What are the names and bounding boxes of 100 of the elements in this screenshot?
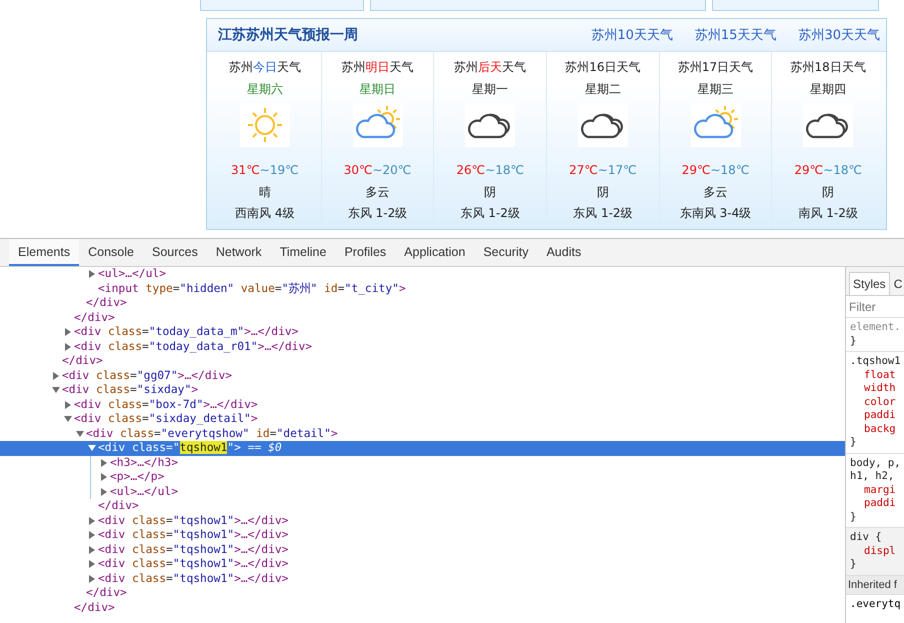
dom-node-text: <input type="hidden" value="苏州" id="t_city"> xyxy=(98,282,406,296)
dom-tree-row[interactable]: </div> xyxy=(0,600,845,615)
dom-tree-row[interactable]: </div> xyxy=(0,586,845,600)
disclosure-triangle-icon[interactable] xyxy=(64,415,72,424)
weekday: 星期日 xyxy=(360,81,396,98)
weekday: 星期二 xyxy=(584,81,621,98)
css-selector: .everytq xyxy=(849,596,902,612)
disclosure-triangle-icon[interactable] xyxy=(64,400,72,409)
dom-node-text: </div> xyxy=(86,296,127,310)
wind-info: 南风 1-2级 xyxy=(798,205,858,222)
css-selector: .tqshow1 xyxy=(850,355,902,368)
dom-tree-row[interactable]: </div> xyxy=(0,296,845,310)
devtools-tab[interactable]: Profiles xyxy=(335,239,396,266)
devtools-tab[interactable]: Timeline xyxy=(270,239,336,266)
dom-tree-row[interactable]: <h3>…</h3> xyxy=(0,456,845,470)
css-property: paddi xyxy=(863,497,897,510)
dom-node-text: <div class="tqshow1">…</div> xyxy=(98,572,288,586)
disclosure-triangle-icon[interactable] xyxy=(100,488,108,496)
wind-info: 西南风 4级 xyxy=(235,205,295,222)
dom-tree-row[interactable]: <div class="sixday_detail"> xyxy=(0,412,845,426)
dom-tree-row[interactable]: </div> xyxy=(0,354,845,368)
closing-brace: } xyxy=(850,510,858,524)
temperature-range: 29℃~18℃ xyxy=(682,163,750,179)
dom-node-text: </div> xyxy=(74,310,115,325)
dom-node-text: <div class="gg07">…</div> xyxy=(62,368,232,383)
sun-icon xyxy=(240,103,290,147)
disclosure-triangle-icon[interactable] xyxy=(64,342,72,351)
closing-brace: } xyxy=(850,436,858,450)
css-selector: div { xyxy=(850,531,883,544)
dom-tree-row[interactable]: <div class="today_data_r01">…</div> xyxy=(0,340,845,354)
dom-node-text: <ul>…</ul> xyxy=(110,484,178,499)
disclosure-triangle-icon[interactable] xyxy=(88,270,96,278)
cloud-icon xyxy=(465,103,516,147)
css-property: float xyxy=(863,368,897,382)
devtools-tab[interactable]: Application xyxy=(395,239,474,266)
disclosure-triangle-icon[interactable] xyxy=(64,328,72,336)
dom-node-text: <div class="tqshow1">…</div> xyxy=(98,514,288,528)
dom-tree-row[interactable]: </div> xyxy=(0,310,845,325)
dom-tree-row[interactable]: <input type="hidden" value="苏州" id="t_city"> xyxy=(0,282,845,296)
closing-brace: } xyxy=(850,558,858,572)
forecast-link[interactable]: 苏州30天天气 xyxy=(798,26,880,44)
devtools-tab[interactable]: Console xyxy=(79,239,143,266)
dom-node-text: <div class="today_data_m">…</div> xyxy=(74,325,298,340)
forecast-link[interactable]: 苏州15天天气 xyxy=(694,26,776,44)
disclosure-triangle-icon[interactable] xyxy=(52,386,60,394)
dom-tree-row[interactable]: <div class="box-7d">…</div> xyxy=(0,398,845,412)
temperature-range: 31℃~19℃ xyxy=(231,163,299,179)
inherited-header: Inherited f xyxy=(846,576,904,594)
day-title: 苏州后天天气 xyxy=(454,59,526,76)
devtools-tab[interactable]: Sources xyxy=(142,239,207,266)
dom-tree-row[interactable]: <div class="everytqshow" id="detail"> xyxy=(0,426,845,441)
disclosure-triangle-icon[interactable] xyxy=(88,546,96,554)
disclosure-triangle-icon[interactable] xyxy=(88,531,96,540)
dom-node-text: <p>…</p> xyxy=(110,470,164,484)
dom-tree-row[interactable]: <div class="sixday"> xyxy=(0,383,845,398)
dom-tree-row[interactable]: <div class="today_data_m">…</div> xyxy=(0,325,845,340)
dom-tree-row[interactable]: <p>…</p> xyxy=(0,470,845,484)
devtools-tab[interactable]: Elements xyxy=(9,239,80,266)
panel-title: 江苏苏州天气预报一周 xyxy=(218,26,359,44)
day-title: 苏州明日 天气 xyxy=(342,59,414,76)
dom-tree-row[interactable]: <div class="gg07">…</div> xyxy=(0,368,845,383)
weekday: 星期一 xyxy=(472,81,508,98)
css-property: paddi xyxy=(863,409,897,422)
disclosure-triangle-icon[interactable] xyxy=(88,560,96,568)
cloud-icon xyxy=(578,103,628,147)
devtools-tab[interactable]: Network xyxy=(206,239,271,266)
dom-tree-row[interactable]: <div class="tqshow1">…</div> xyxy=(0,557,845,572)
dom-node-text: <h3>…</h3> xyxy=(110,456,178,470)
temperature-range: 30℃~20℃ xyxy=(344,163,412,179)
dom-tree-row[interactable]: <ul>…</ul> xyxy=(0,484,845,499)
dom-node-text: <div class="tqshow1">…</div> xyxy=(98,557,288,572)
devtools-tab[interactable]: Audits xyxy=(537,239,590,266)
weekday: 星期三 xyxy=(698,81,734,98)
dom-tree-row[interactable]: <div class="tqshow1">…</div> xyxy=(0,542,845,557)
temperature-range: 29℃~18℃ xyxy=(794,163,862,179)
dom-node-text: <ul>…</ul> xyxy=(98,267,166,282)
devtools-tab[interactable]: Security xyxy=(474,239,538,266)
styles-tab[interactable]: Styles xyxy=(849,272,890,295)
disclosure-triangle-icon[interactable] xyxy=(88,574,96,583)
dom-node-text: </div> xyxy=(74,600,115,615)
dom-tree-row[interactable]: <div class="tqshow1">…</div> xyxy=(0,514,845,528)
disclosure-triangle-icon[interactable] xyxy=(88,516,96,525)
disclosure-triangle-icon[interactable] xyxy=(88,444,96,452)
wind-info: 东风 1-2级 xyxy=(460,205,520,222)
disclosure-triangle-icon[interactable] xyxy=(52,372,60,380)
day-title: 苏州 18日 天气 xyxy=(790,59,866,76)
dom-node-text: <div class="tqshow1">…</div> xyxy=(98,542,288,557)
dom-node-text: <div class="tqshow1"> == $0 xyxy=(98,441,282,456)
wind-info: 东风 1-2级 xyxy=(573,205,633,222)
dom-tree-row[interactable]: <div class="tqshow1"> == $0 xyxy=(0,441,845,456)
dom-tree-row[interactable]: <div class="tqshow1">…</div> xyxy=(0,528,845,542)
dom-tree-row[interactable]: </div> xyxy=(0,499,845,514)
dom-tree-row[interactable]: <div class="tqshow1">…</div> xyxy=(0,572,845,586)
dom-tree-row[interactable]: <ul>…</ul> xyxy=(0,267,845,282)
disclosure-triangle-icon[interactable] xyxy=(100,458,108,467)
weather-condition: 多云 xyxy=(366,184,390,201)
disclosure-triangle-icon[interactable] xyxy=(76,430,84,438)
forecast-link[interactable]: 苏州10天天气 xyxy=(591,26,673,44)
styles-tab[interactable]: C xyxy=(890,272,904,295)
disclosure-triangle-icon[interactable] xyxy=(100,473,108,482)
